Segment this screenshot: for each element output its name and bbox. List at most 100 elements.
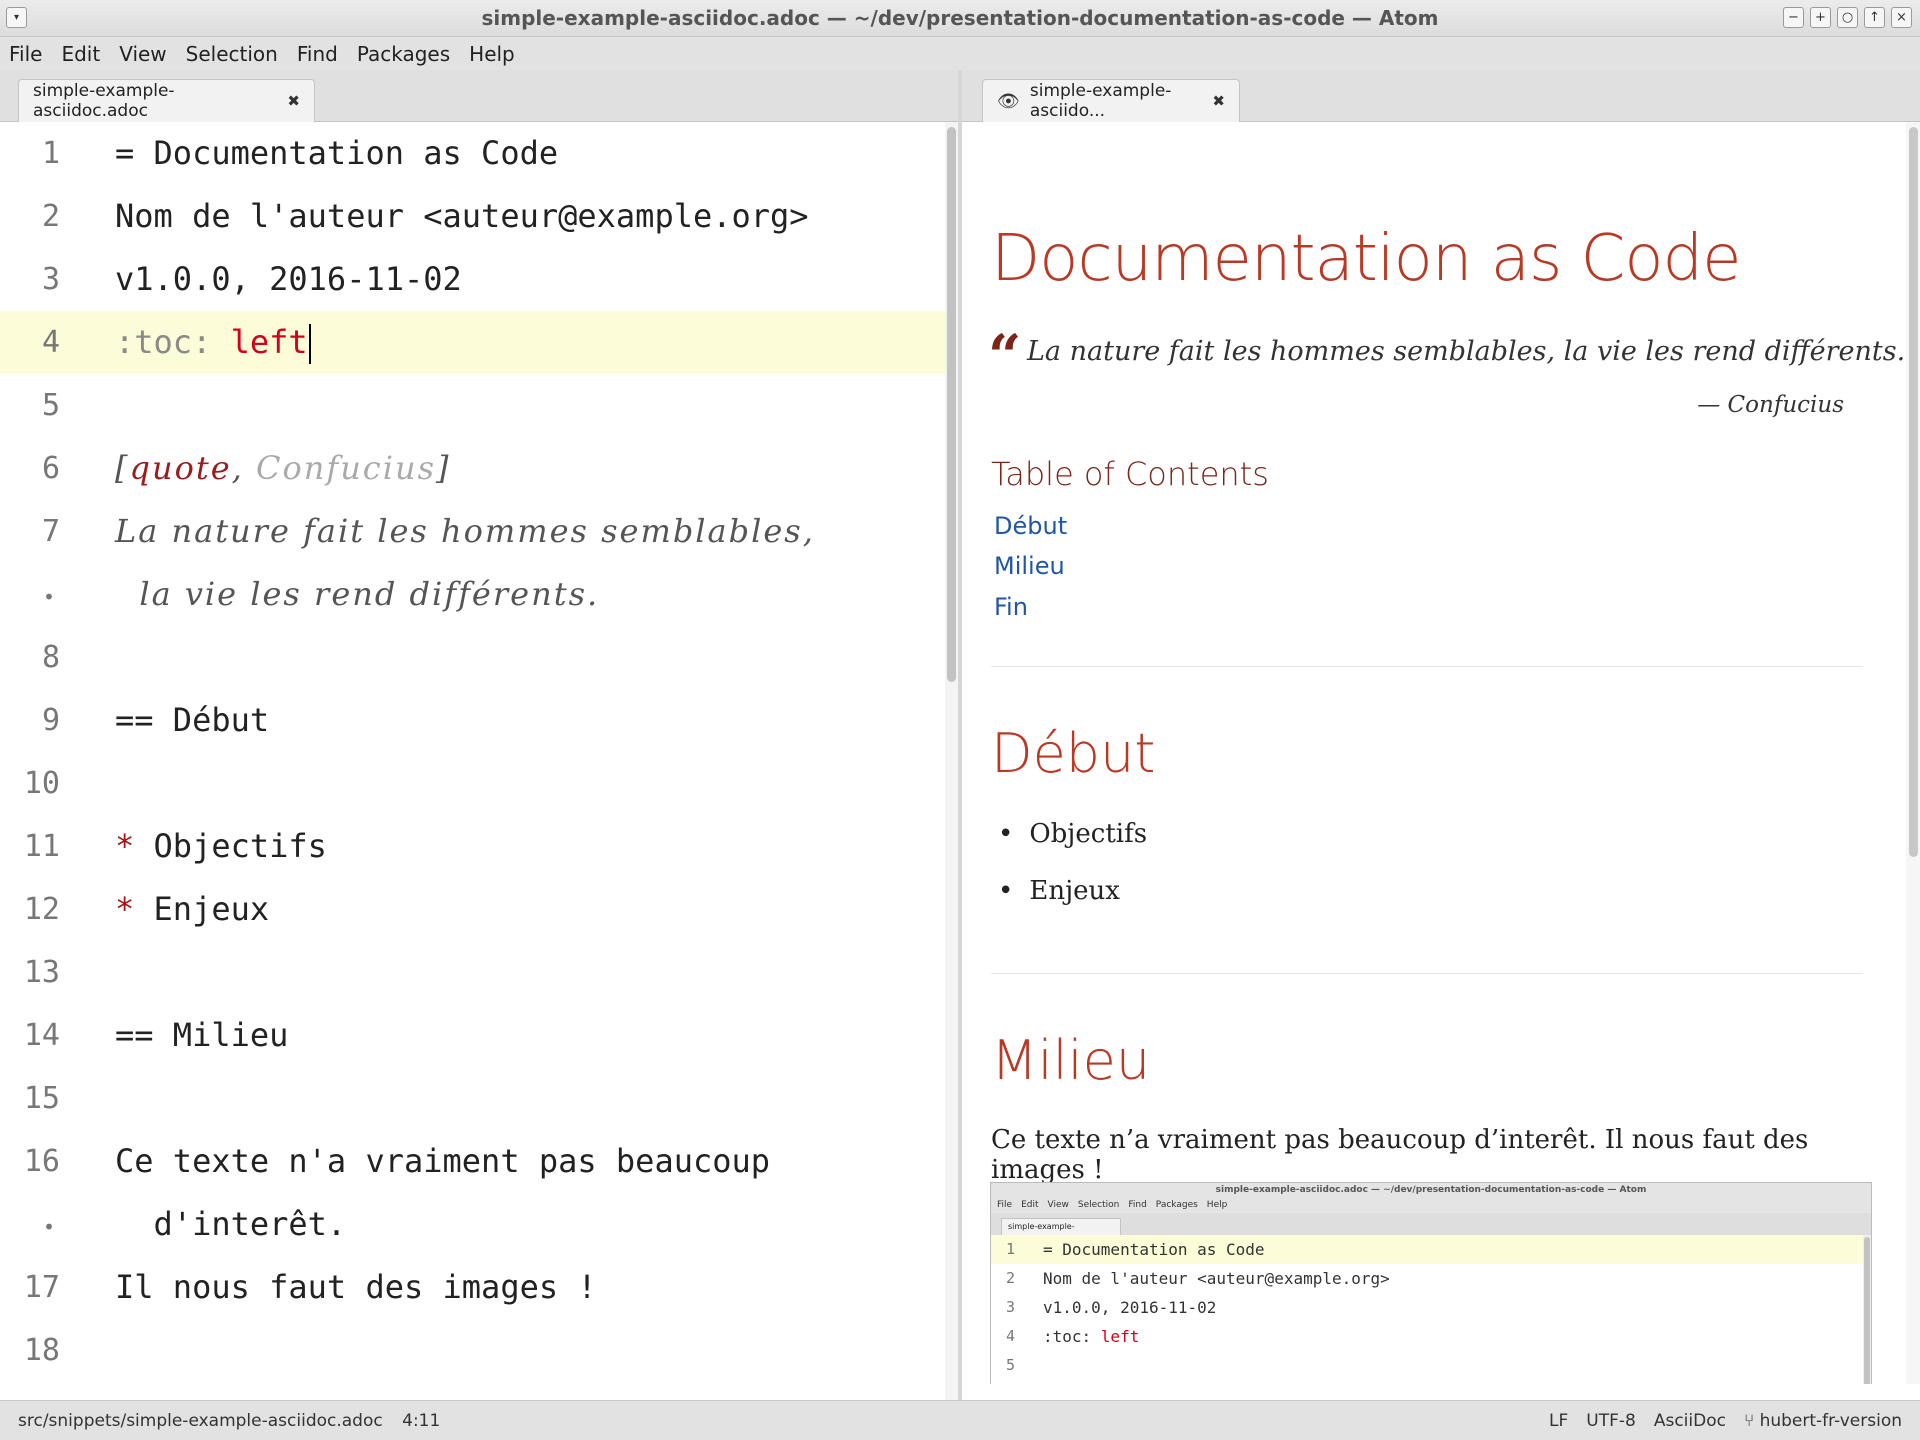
minimize-button[interactable]: − [1783,7,1804,28]
section-title: Milieu [991,1029,1151,1092]
text-cursor [308,324,311,364]
editor-line[interactable]: 1 = Documentation as Code [0,122,945,185]
block-argument: Confucius [255,449,436,487]
menu-help[interactable]: Help [469,42,515,66]
line-number: 15 [23,1081,60,1116]
section-divider [991,666,1863,667]
preview-tab-bar: 👁 simple-example-asciido... ✖ [962,70,1920,122]
thumbnail-menu-item: Help [1206,1200,1228,1210]
line-text: = Documentation as Code [115,134,559,172]
line-text: * Enjeux [115,890,269,928]
tab-editor[interactable]: simple-example-asciidoc.adoc ✖ [18,79,315,122]
preview-scrollbar[interactable] [1906,122,1920,1384]
editor-line-wrapped[interactable]: • d'interêt. [0,1193,945,1256]
menu-view[interactable]: View [119,42,166,66]
preview-scrollbar-thumb[interactable] [1909,127,1918,857]
editor-line-active[interactable]: 4 :toc: left [0,311,945,374]
status-file-path[interactable]: src/snippets/simple-example-asciidoc.ado… [18,1411,383,1431]
git-branch-icon: ⑂ [1743,1411,1755,1431]
editor-line[interactable]: 2 Nom de l'auteur <auteur@example.org> [0,185,945,248]
menu-edit[interactable]: Edit [61,42,100,66]
line-number: 7 [41,514,60,549]
editor-line[interactable]: 12 * Enjeux [0,878,945,941]
thumbnail-menu-item: Selection [1077,1200,1120,1210]
thumbnail-scrollbar [1863,1235,1871,1384]
editor-line[interactable]: 6 [quote, Confucius] [0,437,945,500]
status-git-branch[interactable]: ⑂ hubert-fr-version [1744,1411,1902,1431]
thumbnail-line-number: 3 [1005,1298,1015,1316]
code-editor[interactable]: 1 = Documentation as Code 2 Nom de l'aut… [0,122,958,1400]
editor-line[interactable]: 9 == Début [0,689,945,752]
thumbnail-line-number: 2 [1005,1269,1015,1287]
thumbnail-attr-value: left [1100,1327,1140,1346]
editor-line[interactable]: 3 v1.0.0, 2016-11-02 [0,248,945,311]
editor-scrollbar[interactable] [945,122,958,1400]
window-title: simple-example-asciidoc.adoc — ~/dev/pre… [481,6,1439,30]
editor-scrollbar-thumb[interactable] [947,127,956,682]
line-number: 16 [23,1144,60,1179]
editor-line[interactable]: 17 Il nous faut des images ! [0,1256,945,1319]
line-number: 1 [41,136,60,171]
tab-preview[interactable]: 👁 simple-example-asciido... ✖ [982,79,1240,122]
status-line-ending[interactable]: LF [1549,1411,1568,1431]
status-grammar[interactable]: AsciiDoc [1654,1411,1726,1431]
close-icon[interactable]: ✖ [287,92,300,110]
list-marker: * [115,827,135,865]
line-text: == Milieu [115,1016,289,1054]
editor-line[interactable]: 10 [0,752,945,815]
thumbnail-line-text: = Documentation as Code [1043,1240,1265,1259]
thumbnail-title: simple-example-asciidoc.adoc — ~/dev/pre… [991,1183,1871,1198]
tab-editor-label: simple-example-asciidoc.adoc [33,81,175,121]
line-number: 8 [41,640,60,675]
thumbnail-line-text: :toc: left [1043,1327,1139,1346]
toc-title: Table of Contents [991,455,1269,493]
toc-link-fin[interactable]: Fin [994,593,1028,621]
editor-line[interactable]: 16 Ce texte n'a vraiment pas beaucoup [0,1130,945,1193]
menu-find[interactable]: Find [297,42,338,66]
line-number: 17 [23,1270,60,1305]
attribute-value: left [230,323,308,361]
menu-packages[interactable]: Packages [357,42,450,66]
tab-preview-label: simple-example-asciido... [1029,81,1172,121]
screenshot-image: simple-example-asciidoc.adoc — ~/dev/pre… [990,1182,1872,1384]
editor-line[interactable]: 18 [0,1319,945,1382]
editor-line[interactable]: 14 == Milieu [0,1004,945,1067]
status-cursor-position[interactable]: 4:11 [402,1411,440,1431]
editor-line[interactable]: 8 [0,626,945,689]
menu-selection[interactable]: Selection [186,42,278,66]
list-text: Enjeux [134,890,270,928]
thumbnail-line: 1 = Documentation as Code [991,1235,1871,1264]
quote-text: la vie les rend différents. [115,575,600,613]
editor-line-wrapped[interactable]: • la vie les rend différents. [0,563,945,626]
attribute-name: :toc: [115,323,231,361]
line-text: * Objectifs [115,827,327,865]
thumbnail-menu-item: Find [1128,1200,1147,1210]
line-number: 18 [23,1333,60,1368]
quote-mark-icon: “ [988,322,1022,390]
close-icon[interactable]: ✖ [1212,92,1225,110]
line-text: [quote, Confucius] [115,449,450,487]
menu-file[interactable]: File [9,42,42,66]
editor-line[interactable]: 5 [0,374,945,437]
thumbnail-line: 5 [991,1351,1871,1380]
line-number: 11 [23,829,60,864]
editor-line[interactable]: 13 [0,941,945,1004]
toc-link-debut[interactable]: Début [994,512,1067,540]
editor-line[interactable]: 15 [0,1067,945,1130]
list-item: Objectifs [998,819,1147,849]
line-number: 2 [41,199,60,234]
thumbnail-menu-item: Edit [1021,1200,1039,1210]
maximize-button[interactable]: + [1810,7,1831,28]
above-button[interactable]: ↑ [1864,7,1885,28]
section-title: Début [991,722,1156,785]
toc-link-milieu[interactable]: Milieu [994,552,1065,580]
line-text: == Début [115,701,270,739]
editor-line[interactable]: 11 * Objectifs [0,815,945,878]
shade-button[interactable]: ○ [1837,7,1858,28]
close-window-button[interactable]: × [1891,7,1912,28]
editor-tab-bar: simple-example-asciidoc.adoc ✖ [0,70,958,122]
editor-line[interactable]: 7 La nature fait les hommes semblables, [0,500,945,563]
thumbnail-line: 3 v1.0.0, 2016-11-02 [991,1293,1871,1322]
status-encoding[interactable]: UTF-8 [1586,1411,1636,1431]
asciidoc-preview: Documentation as Code “ La nature fait l… [962,122,1906,1384]
